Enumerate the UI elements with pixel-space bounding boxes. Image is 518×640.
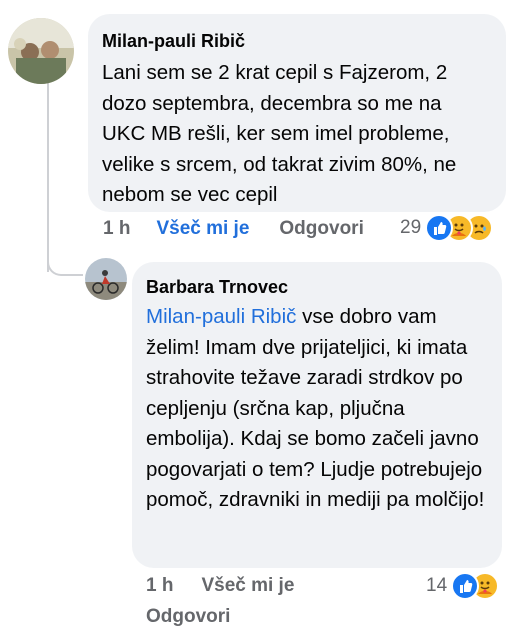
comment-author[interactable]: Milan-pauli Ribič (102, 30, 492, 52)
thread-line-vertical (47, 82, 49, 272)
like-button[interactable]: Všeč mi je (156, 218, 249, 240)
mention-link[interactable]: Milan-pauli Ribič (146, 305, 296, 328)
avatar[interactable] (85, 258, 127, 300)
comment-text: Lani sem se 2 krat cepil s Fajzerom, 2 d… (102, 61, 457, 206)
avatar[interactable] (8, 18, 74, 84)
comment-time[interactable]: 1 h (103, 218, 130, 240)
comment-bubble: Barbara Trnovec Milan-pauli Ribič vse do… (132, 262, 502, 568)
comment-text: Milan-pauli Ribič vse dobro vam želim! I… (146, 302, 486, 516)
comment-author[interactable]: Barbara Trnovec (146, 276, 486, 298)
comment-time[interactable]: 1 h (146, 575, 173, 597)
reaction-count: 14 (426, 575, 448, 596)
like-icon (451, 572, 480, 600)
comment-bubble: Milan-pauli Ribič Lani sem se 2 krat cep… (88, 14, 506, 212)
reaction-summary[interactable]: 29 (400, 214, 494, 242)
reaction-count: 29 (400, 217, 422, 238)
comment-actions-row2: Odgovori (146, 606, 230, 628)
comment-text-body: vam želim! Imam dve prijateljici, ki ima… (146, 305, 485, 511)
like-icon (425, 214, 454, 242)
reply-button[interactable]: Odgovori (146, 606, 230, 628)
thread-line-curve (47, 250, 83, 276)
like-button[interactable]: Všeč mi je (201, 575, 294, 597)
comment-actions: 1 h Všeč mi je Odgovori (103, 218, 364, 240)
reply-button[interactable]: Odgovori (279, 218, 363, 240)
comment-actions: 1 h Všeč mi je (146, 575, 294, 597)
comment-text-first-line: vse dobro (296, 305, 393, 328)
reaction-summary[interactable]: 14 (426, 572, 500, 600)
